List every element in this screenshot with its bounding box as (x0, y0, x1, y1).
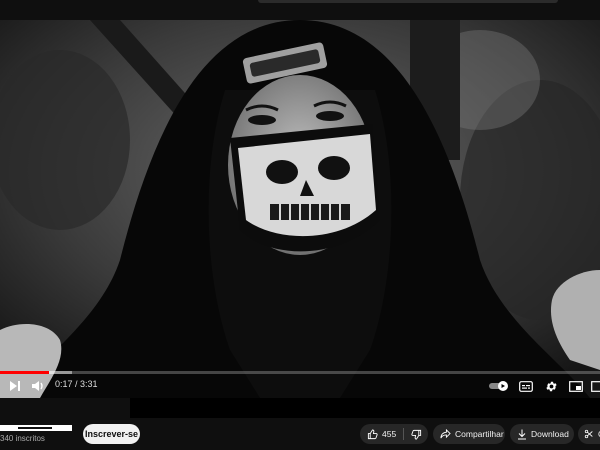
channel-name-redacted[interactable] (0, 425, 72, 431)
subtitles-button[interactable] (517, 374, 535, 398)
dislike-button[interactable] (404, 424, 428, 444)
below-player-area: 340 inscritos Inscrever-se 455 Compartil… (0, 398, 600, 450)
top-bar (0, 0, 600, 20)
share-label: Compartilhar (455, 429, 504, 439)
search-box-edge[interactable] (258, 0, 558, 3)
download-label: Download (531, 429, 569, 439)
thumbs-down-icon (411, 429, 422, 440)
next-button[interactable] (6, 374, 24, 398)
clip-button[interactable]: C (578, 424, 600, 444)
settings-button[interactable] (542, 374, 560, 398)
thumbs-up-icon (367, 428, 378, 440)
video-frame[interactable] (0, 20, 600, 398)
time-separator: / (72, 379, 81, 389)
download-button[interactable]: Download (510, 424, 574, 444)
theater-mode-icon (591, 380, 600, 392)
like-button[interactable]: 455 (360, 424, 403, 444)
skip-next-icon (10, 381, 20, 391)
like-dislike-group: 455 (360, 424, 428, 444)
title-area-strip (130, 398, 600, 418)
volume-button[interactable] (30, 374, 48, 398)
share-button[interactable]: Compartilhar (433, 424, 505, 444)
theater-mode-button[interactable] (590, 374, 600, 398)
autoplay-toggle-icon (489, 381, 508, 391)
scissors-icon (584, 429, 594, 439)
subscriber-count: 340 inscritos (0, 434, 45, 443)
time-display: 0:17 / 3:31 (55, 379, 98, 389)
like-count: 455 (382, 429, 397, 439)
volume-icon (32, 381, 43, 391)
video-player[interactable]: 0:17 / 3:31 (0, 20, 600, 398)
gear-icon (545, 381, 557, 391)
share-icon (440, 429, 451, 439)
video-still-image (0, 20, 600, 398)
autoplay-toggle[interactable] (488, 374, 510, 398)
subtitles-icon (519, 380, 533, 392)
duration: 3:31 (80, 379, 98, 389)
current-time: 0:17 (55, 379, 73, 389)
player-controls: 0:17 / 3:31 (0, 374, 600, 398)
miniplayer-icon (569, 380, 583, 392)
download-icon (517, 429, 527, 440)
subscribe-button[interactable]: Inscrever-se (83, 424, 140, 444)
miniplayer-button[interactable] (567, 374, 585, 398)
